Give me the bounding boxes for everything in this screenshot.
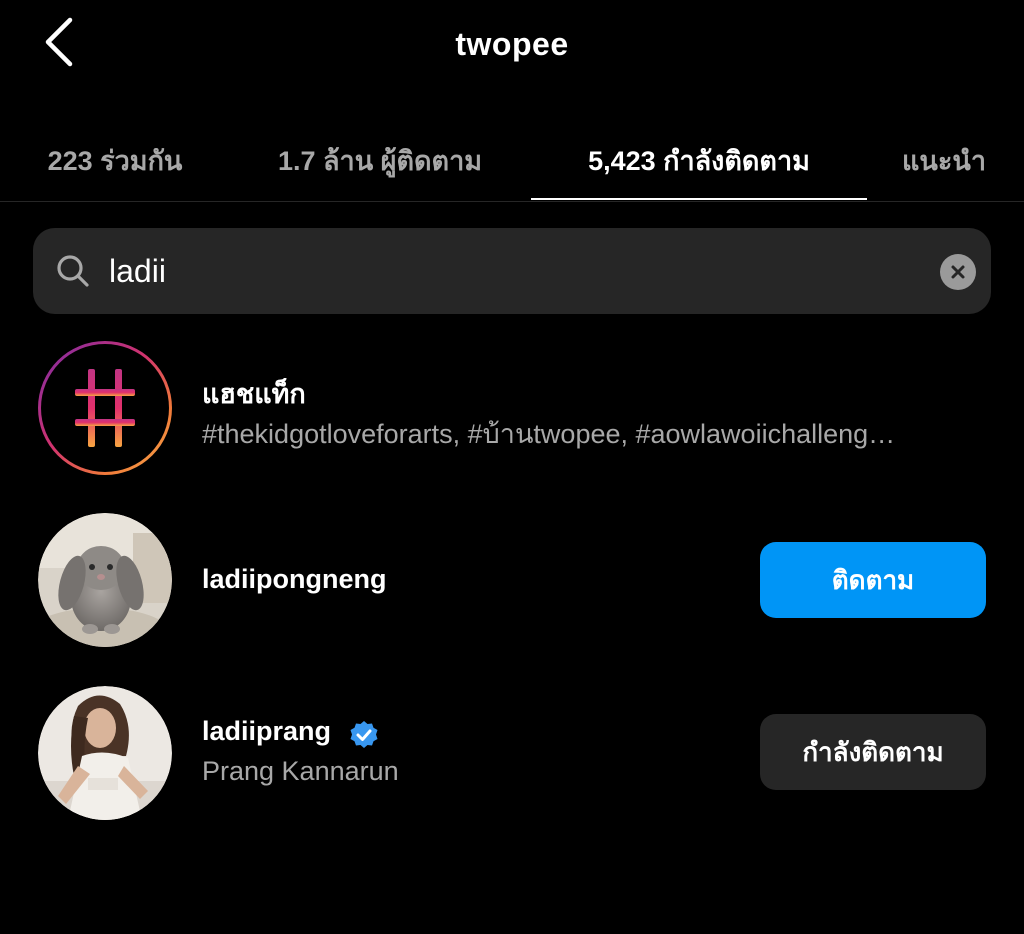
active-tab-indicator: [531, 198, 867, 200]
list-item-hashtag[interactable]: แฮชแท็ก #thekidgotloveforarts, #บ้านtwop…: [0, 338, 1024, 478]
avatar[interactable]: [38, 686, 172, 820]
avatar[interactable]: [38, 513, 172, 647]
clear-search-button[interactable]: [940, 254, 976, 290]
hashtag-heading: แฮชแท็ก: [202, 379, 306, 409]
hashtag-icon: [75, 369, 135, 447]
page-title: twopee: [455, 26, 569, 62]
following-list-screen: twopee 223 ร่วมกัน 1.7 ล้าน ผู้ติดตาม 5,…: [0, 0, 1024, 934]
close-icon: [951, 265, 965, 279]
tab-bar: 223 ร่วมกัน 1.7 ล้าน ผู้ติดตาม 5,423 กำล…: [0, 118, 1024, 202]
list-item-user[interactable]: ladiiprang Prang Kannarun กำลังติดตาม: [0, 682, 1024, 822]
verified-badge-icon: [350, 721, 378, 748]
list-item-user[interactable]: ladiipongneng ติดตาม: [0, 510, 1024, 650]
tab-following[interactable]: 5,423 กำลังติดตาม: [531, 118, 867, 202]
follow-button[interactable]: ติดตาม: [760, 542, 986, 618]
tab-followers[interactable]: 1.7 ล้าน ผู้ติดตาม: [250, 118, 510, 202]
rabbit-avatar-image: [38, 513, 172, 647]
username: ladiiprang: [202, 716, 332, 746]
following-button[interactable]: กำลังติดตาม: [760, 714, 986, 790]
tab-mutual[interactable]: 223 ร่วมกัน: [20, 118, 210, 202]
username: ladiipongneng: [202, 564, 387, 594]
search-bar: [33, 228, 991, 314]
search-icon: [57, 255, 89, 287]
hashtag-list: #thekidgotloveforarts, #บ้านtwopee, #aow…: [202, 419, 896, 449]
tab-suggested[interactable]: แนะนำ: [892, 118, 996, 202]
full-name: Prang Kannarun: [202, 756, 399, 786]
search-input[interactable]: [109, 248, 909, 294]
person-avatar-image: [38, 686, 172, 820]
hashtag-avatar: [38, 341, 172, 475]
